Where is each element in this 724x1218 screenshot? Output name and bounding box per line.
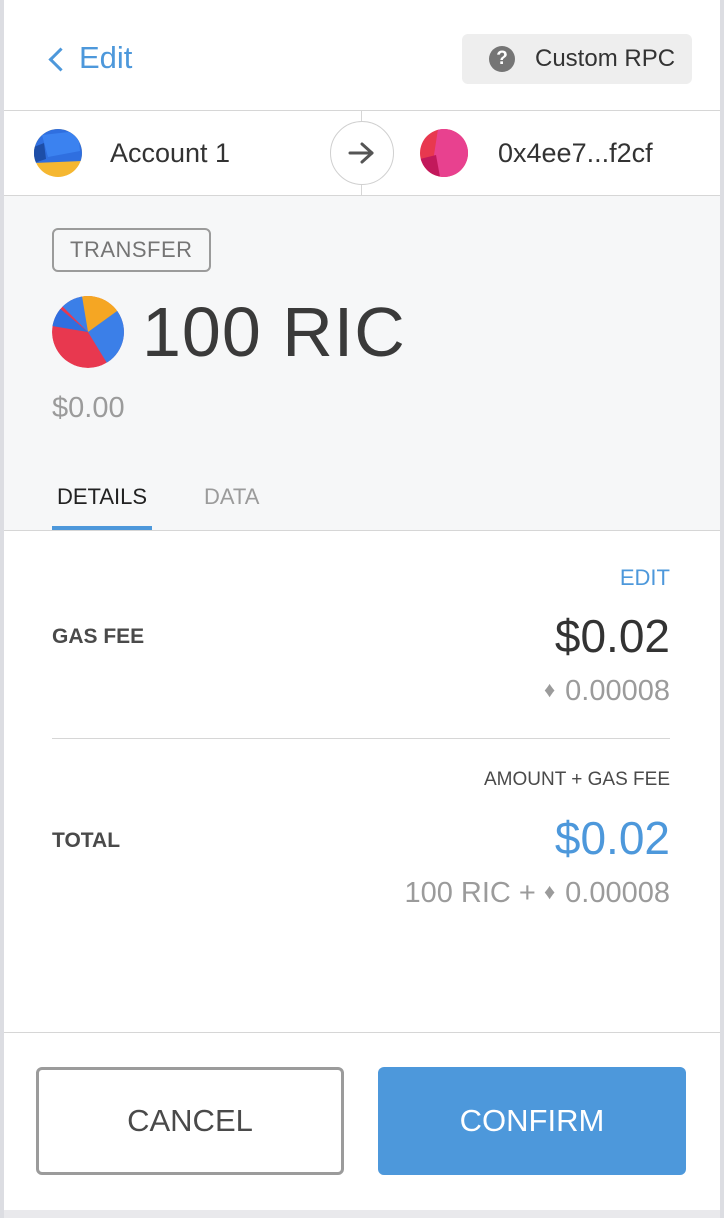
recipient-avatar [420,129,468,177]
tab-data[interactable]: DATA [204,478,259,530]
gas-fee-eth: ♦ 0.00008 [544,675,670,708]
total-token-amount: 100 RIC + [404,877,536,909]
recipient-account[interactable]: 0x4ee7...f2cf [420,111,653,195]
edit-gas-button[interactable]: EDIT [620,565,670,591]
recipient-address: 0x4ee7...f2cf [498,137,653,168]
account-transfer-row: Account 1 0x4ee7...f2cf [4,111,720,196]
chevron-left-icon [48,46,73,72]
network-selector[interactable]: ? Custom RPC [462,34,692,84]
gas-fee-label: GAS FEE [52,625,145,648]
gas-fee-eth-value: 0.00008 [565,675,670,707]
token-icon [52,296,124,368]
page-footer: CANCEL CONFIRM [4,1032,720,1210]
ether-icon: ♦ [543,677,556,702]
confirm-button[interactable]: CONFIRM [378,1067,686,1175]
sender-name: Account 1 [110,137,231,168]
gas-fee-fiat: $0.02 [554,610,670,662]
page-header: Edit ? Custom RPC [4,0,720,111]
transaction-details: EDIT GAS FEE $0.02 ♦ 0.00008 AMOUNT + GAS… [4,531,720,1031]
edit-label: Edit [79,40,133,75]
ether-icon: ♦ [543,879,556,904]
help-icon: ? [489,46,515,72]
tab-details[interactable]: DETAILS [52,478,152,530]
token-amount-row: 100 RIC [52,292,406,372]
token-amount: 100 RIC [142,293,406,371]
fiat-value: $0.00 [52,392,125,424]
cancel-button[interactable]: CANCEL [36,1067,344,1175]
total-header: AMOUNT + GAS FEE [484,769,670,790]
action-badge: TRANSFER [52,228,211,272]
details-divider [52,738,670,739]
detail-tabs: DETAILS DATA [52,478,259,530]
total-eth-value: 0.00008 [565,877,670,909]
total-breakdown: 100 RIC + ♦ 0.00008 [404,877,670,910]
back-edit-link[interactable]: Edit [48,40,133,76]
sender-avatar [34,129,82,177]
total-fiat: $0.02 [554,812,670,864]
total-label: TOTAL [52,829,121,852]
arrow-right-icon [330,121,394,185]
sender-account[interactable]: Account 1 [34,111,230,195]
confirm-transaction-popup: Edit ? Custom RPC Account 1 0x4ee7...f2c… [4,0,720,1210]
network-label: Custom RPC [535,45,676,72]
transaction-summary: TRANSFER 100 RIC $0.00 DETAILS DATA [4,196,720,531]
background-edge-right [720,0,724,1218]
